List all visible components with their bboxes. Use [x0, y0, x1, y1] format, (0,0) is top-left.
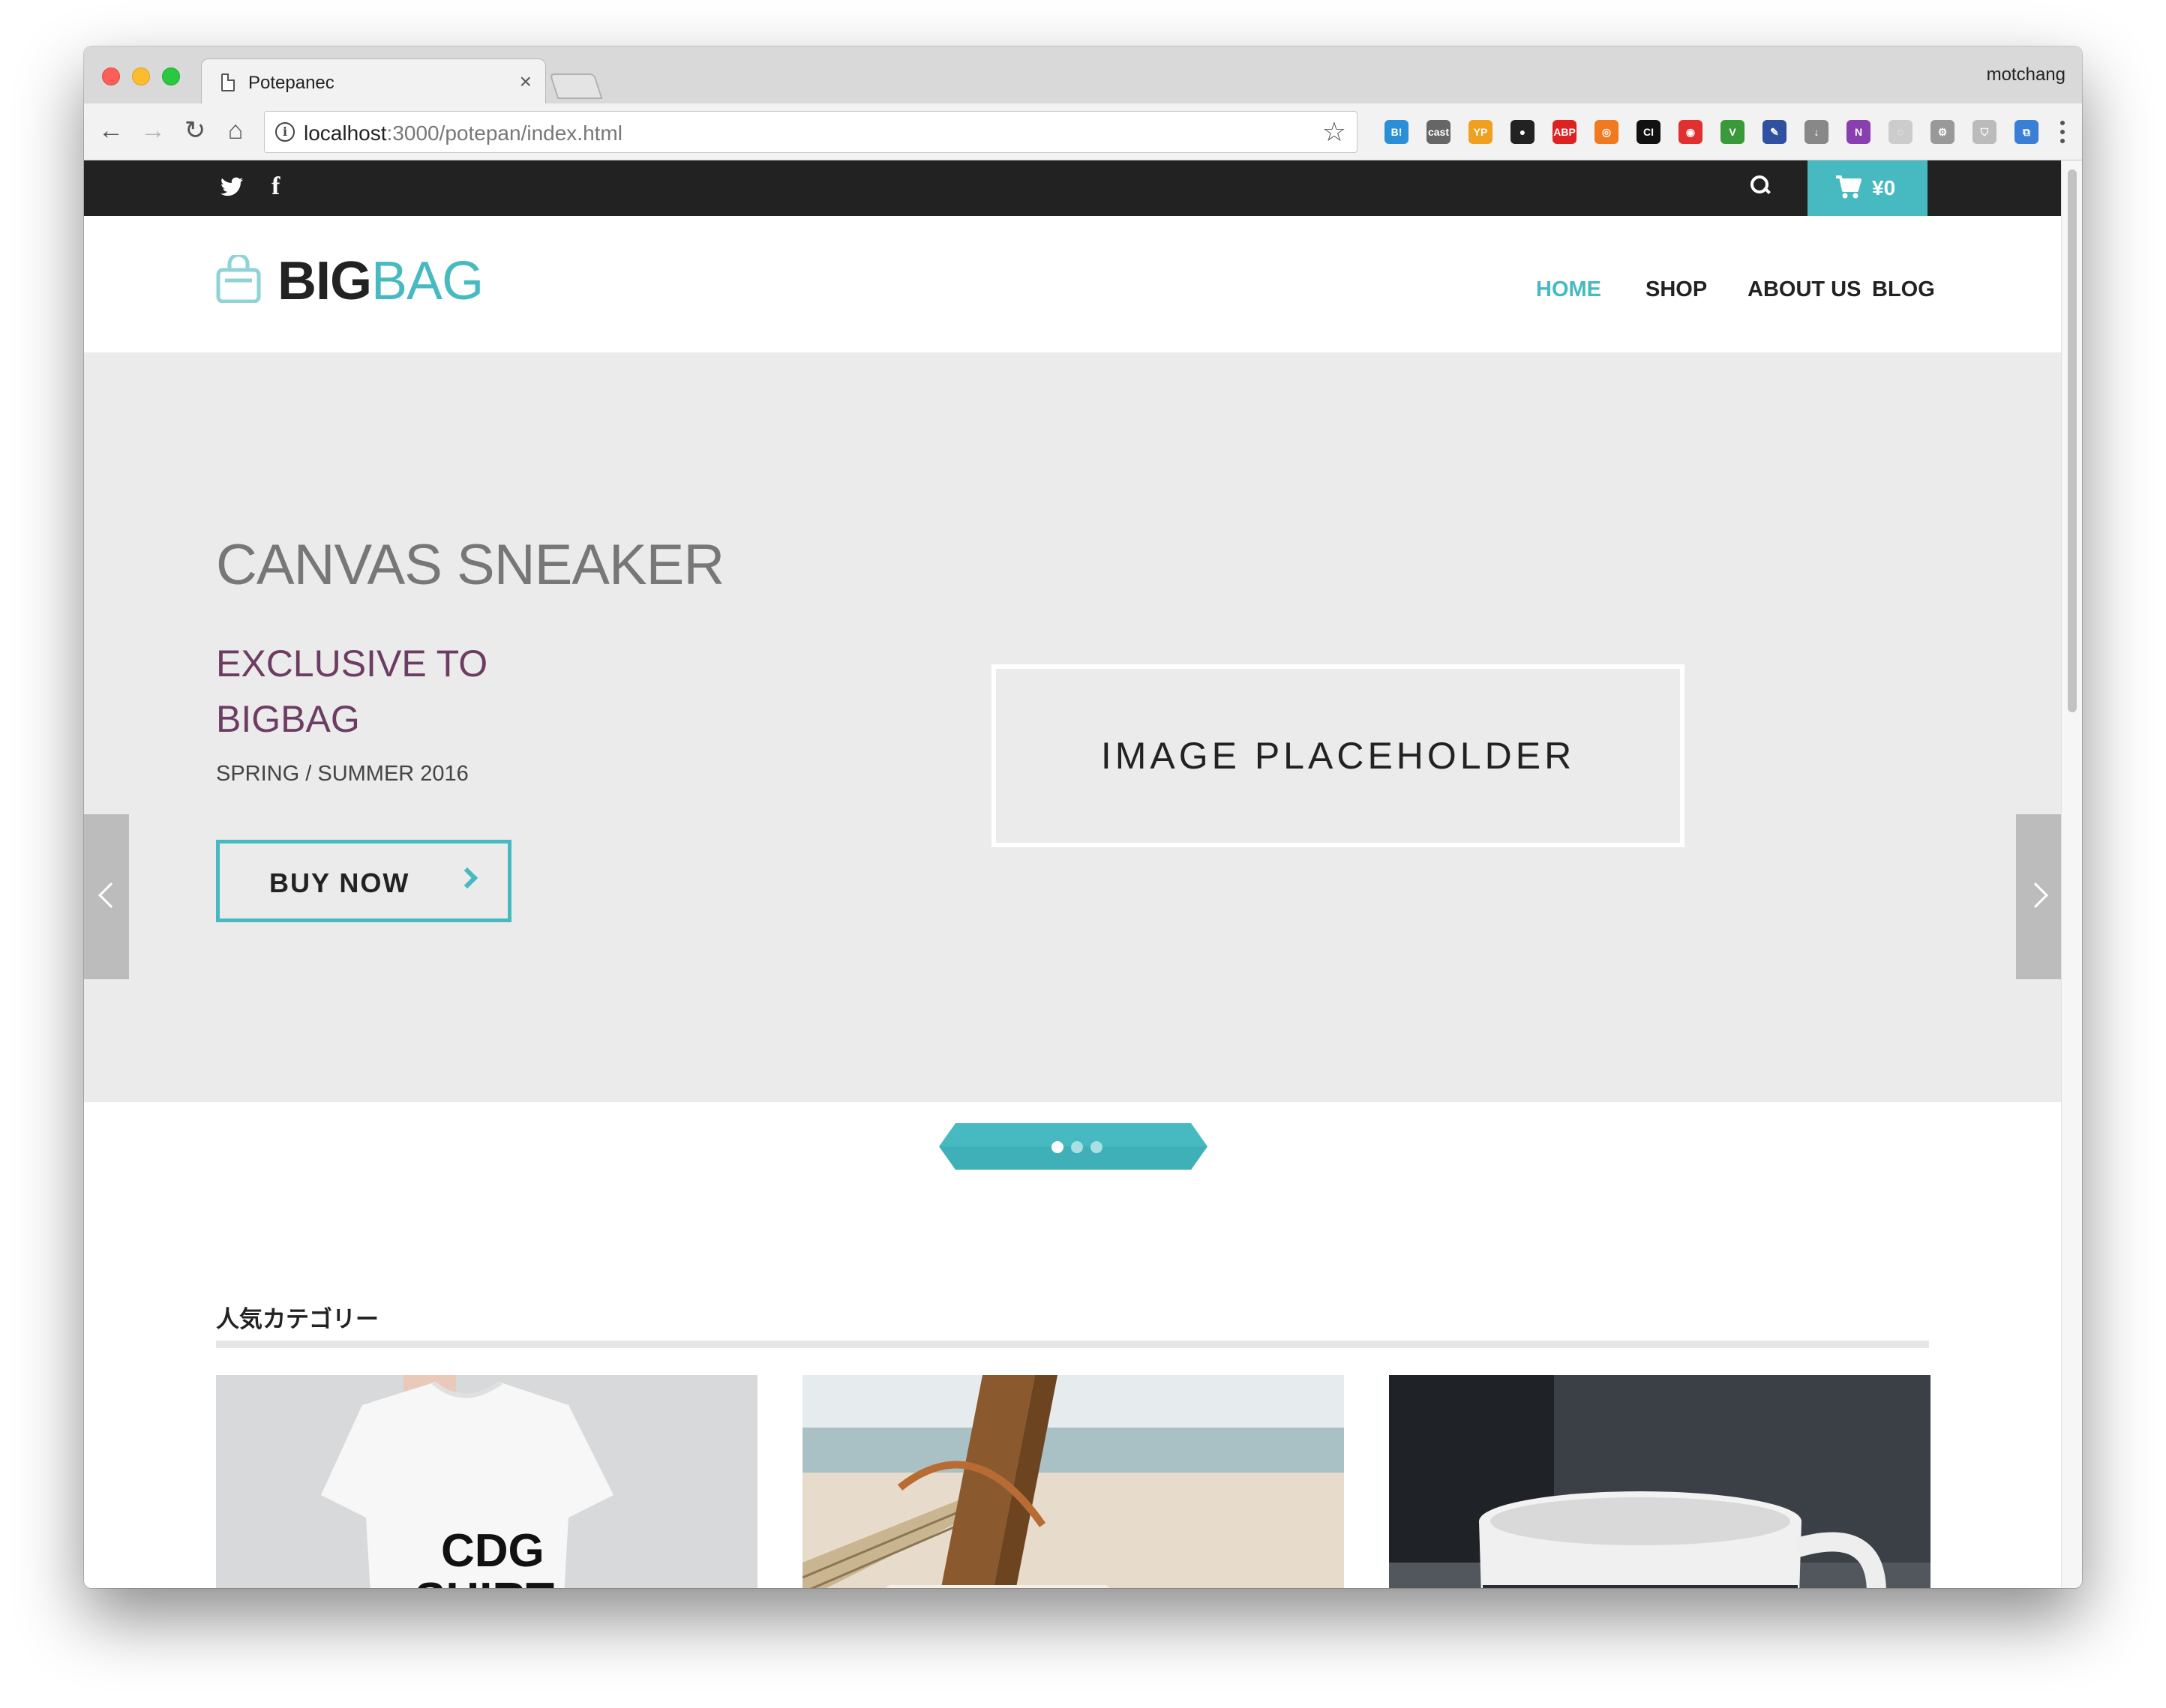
browser-tab[interactable]: Potepanec ×	[201, 58, 546, 105]
beach-bag-photo	[802, 1375, 1344, 1588]
category-card-mug[interactable]	[1389, 1375, 1930, 1588]
page-viewport: f ¥0 BIGBAG HOME SHOP ABOUT US BLOG CANV…	[84, 160, 2061, 1588]
chevron-left-icon	[98, 882, 124, 908]
popular-categories-title: 人気カテゴリー	[216, 1306, 379, 1333]
home-icon[interactable]: ⌂	[219, 114, 252, 147]
shopping-bag-logo-icon[interactable]	[216, 255, 261, 303]
logo-big: BIG	[278, 251, 372, 311]
page-scrollbar[interactable]	[2061, 160, 2082, 1588]
nav-about-us[interactable]: ABOUT US	[1748, 277, 1861, 302]
hero-title: CANVAS SNEAKER	[216, 533, 724, 597]
extension-icon[interactable]: N	[1846, 120, 1870, 144]
extension-icon[interactable]: ⛉	[1972, 120, 1996, 144]
slider-dot[interactable]	[1071, 1141, 1083, 1153]
scrollbar-thumb[interactable]	[2068, 169, 2077, 712]
extension-icon[interactable]: ↓	[1804, 120, 1828, 144]
hero-season: SPRING / SUMMER 2016	[216, 762, 469, 786]
hero-subtitle-line1: EXCLUSIVE TO	[216, 643, 488, 685]
extension-icon[interactable]: ✎	[1762, 120, 1786, 144]
search-icon[interactable]	[1750, 175, 1773, 198]
back-arrow-icon[interactable]: ←	[94, 114, 128, 147]
hero-subtitle: EXCLUSIVE TO BIGBAG	[216, 636, 488, 747]
category-card-tshirt[interactable]: CDG SHIRT LOVE	[216, 1375, 758, 1588]
svg-text:CDG: CDG	[441, 1525, 544, 1577]
browser-titlebar: Potepanec × motchang	[84, 46, 2082, 105]
facebook-icon[interactable]: f	[272, 172, 280, 201]
extension-icon[interactable]: YP	[1468, 120, 1492, 144]
placeholder-text: IMAGE PLACEHOLDER	[1100, 735, 1576, 777]
tab-title: Potepanec	[248, 73, 334, 93]
url-text[interactable]: localhost:3000/potepan/index.html	[304, 121, 622, 145]
slider-dot[interactable]	[1052, 1141, 1064, 1153]
tshirt-photo: CDG SHIRT LOVE	[216, 1375, 758, 1588]
chevron-right-icon	[2023, 882, 2048, 908]
forward-arrow-icon[interactable]: →	[136, 114, 170, 147]
slider-prev-button[interactable]	[84, 814, 129, 979]
buy-now-label: BUY NOW	[269, 867, 410, 898]
chevron-right-icon	[456, 867, 478, 889]
url-path: :3000/potepan/index.html	[386, 121, 622, 145]
browser-toolbar: ← → ↻ ⌂ i localhost:3000/potepan/index.h…	[84, 103, 2082, 160]
site-header: BIGBAG HOME SHOP ABOUT US BLOG	[84, 216, 2061, 352]
hero-slider: CANVAS SNEAKER EXCLUSIVE TO BIGBAG SPRIN…	[84, 352, 2061, 1102]
profile-name[interactable]: motchang	[1987, 64, 2066, 85]
slider-pagination	[939, 1123, 1208, 1170]
cart-icon	[1836, 175, 1862, 199]
extension-icon[interactable]: ◉	[1678, 120, 1702, 144]
slider-dot[interactable]	[1090, 1141, 1102, 1153]
maximize-window-button[interactable]	[162, 67, 180, 85]
svg-text:SHIRT: SHIRT	[415, 1574, 554, 1588]
extension-icon[interactable]: V	[1720, 120, 1744, 144]
extension-icon[interactable]: ⚙	[1930, 120, 1954, 144]
extension-icon[interactable]: ⧉	[2014, 120, 2038, 144]
twitter-icon[interactable]	[220, 177, 243, 196]
slider-next-button[interactable]	[2016, 814, 2061, 979]
nav-blog[interactable]: BLOG	[1872, 277, 1935, 302]
site-logo[interactable]: BIGBAG	[278, 250, 484, 312]
section-divider	[216, 1341, 1929, 1348]
nav-home[interactable]: HOME	[1536, 277, 1601, 302]
browser-menu-icon[interactable]	[2060, 118, 2066, 145]
tab-close-icon[interactable]: ×	[520, 70, 532, 94]
new-tab-button[interactable]	[549, 73, 603, 99]
bookmark-star-icon[interactable]: ☆	[1322, 116, 1346, 148]
url-host: localhost	[304, 121, 387, 145]
category-card-bag[interactable]	[802, 1375, 1344, 1588]
site-topbar: f ¥0	[84, 160, 2061, 216]
extension-icon[interactable]: cast	[1426, 120, 1450, 144]
close-window-button[interactable]	[102, 67, 120, 85]
extension-icon[interactable]: ●	[1510, 120, 1534, 144]
logo-bag: BAG	[371, 251, 484, 311]
extension-icon[interactable]: ABP	[1552, 120, 1576, 144]
browser-window: Potepanec × motchang ← → ↻ ⌂ i localhost…	[84, 46, 2082, 1588]
coffee-mug-photo	[1389, 1375, 1930, 1588]
page-icon	[221, 73, 235, 91]
extension-icon[interactable]: ◌	[1888, 120, 1912, 144]
hero-image-placeholder: IMAGE PLACEHOLDER	[992, 664, 1684, 847]
hero-subtitle-line2: BIGBAG	[216, 698, 360, 740]
address-bar[interactable]: i localhost:3000/potepan/index.html ☆	[264, 111, 1358, 153]
cart-total: ¥0	[1872, 176, 1896, 199]
minimize-window-button[interactable]	[132, 67, 150, 85]
extension-icon[interactable]: B!	[1384, 120, 1408, 144]
extension-icon[interactable]: ◎	[1594, 120, 1618, 144]
reload-icon[interactable]: ↻	[178, 114, 212, 147]
nav-shop[interactable]: SHOP	[1646, 277, 1707, 302]
site-info-icon[interactable]: i	[275, 122, 295, 142]
cart-button[interactable]: ¥0	[1808, 160, 1928, 216]
extension-icon[interactable]: CI	[1636, 120, 1660, 144]
buy-now-button[interactable]: BUY NOW	[216, 840, 512, 922]
